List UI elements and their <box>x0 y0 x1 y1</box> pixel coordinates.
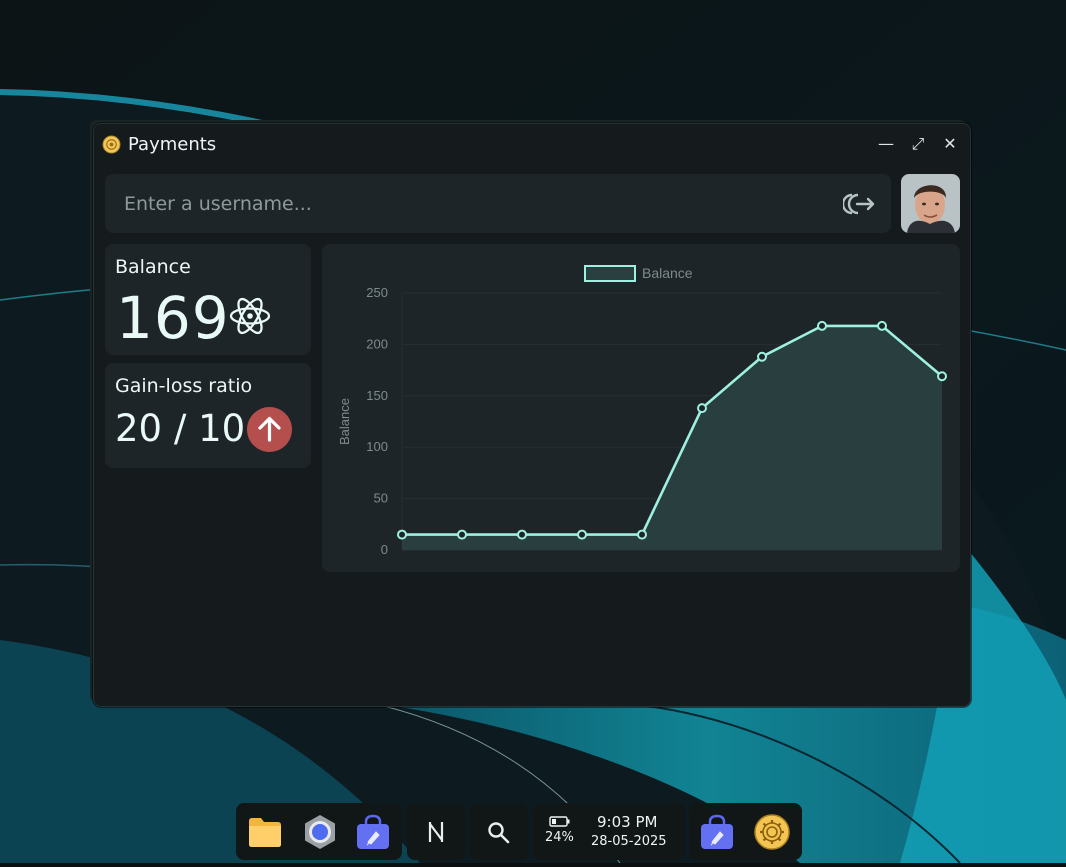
clock-time: 9:03 PM <box>597 813 658 831</box>
minimize-button[interactable]: — <box>876 134 896 154</box>
data-point <box>697 403 707 414</box>
store-icon[interactable] <box>355 814 391 850</box>
data-point <box>397 529 407 540</box>
data-point <box>457 529 467 540</box>
taskbar-status-group[interactable]: 24% 9:03 PM 28-05-2025 <box>533 803 685 860</box>
legend-label: Balance <box>642 265 693 281</box>
y-axis-label: Balance <box>337 398 352 445</box>
username-input[interactable] <box>105 174 825 233</box>
gain-loss-label: Gain-loss ratio <box>115 375 253 397</box>
battery-percentage: 24% <box>545 830 574 845</box>
balance-value: 169 <box>116 284 230 352</box>
maximize-button[interactable]: ⤢ <box>908 134 928 154</box>
settings-icon <box>102 135 121 154</box>
avatar-image <box>901 174 960 233</box>
y-tick-label: 100 <box>366 439 388 454</box>
y-tick-label: 0 <box>381 542 388 557</box>
y-tick-label: 200 <box>366 336 388 351</box>
data-point <box>517 529 527 540</box>
browser-icon[interactable] <box>302 814 338 850</box>
window-titlebar[interactable]: Payments — ⤢ ✕ <box>94 124 970 166</box>
legend-swatch <box>584 265 636 282</box>
store-icon[interactable] <box>699 814 735 850</box>
taskbar-pinned-group <box>689 803 802 860</box>
close-icon: ✕ <box>943 134 957 153</box>
close-button[interactable]: ✕ <box>940 134 960 154</box>
settings-icon[interactable] <box>754 814 790 850</box>
search-icon[interactable] <box>487 821 511 845</box>
username-search-box <box>105 174 891 233</box>
area-fill <box>402 325 942 550</box>
data-point <box>577 529 587 540</box>
clock-date: 28-05-2025 <box>591 834 667 849</box>
taskbar-notes-group <box>407 803 465 860</box>
data-point <box>817 320 827 331</box>
battery-icon <box>549 816 570 827</box>
balance-label: Balance <box>115 256 191 278</box>
y-tick-label: 250 <box>366 285 388 300</box>
arrow-up-icon <box>258 416 281 442</box>
payments-window: Payments — ⤢ ✕ Balance 169 <box>93 123 971 707</box>
atom-icon <box>229 297 271 335</box>
balance-card: Balance 169 <box>105 244 311 355</box>
minimize-icon: — <box>878 134 894 153</box>
data-point <box>637 529 647 540</box>
folder-icon[interactable] <box>247 814 283 850</box>
login-icon[interactable] <box>843 191 877 217</box>
user-avatar[interactable] <box>901 174 960 233</box>
y-tick-label: 50 <box>374 491 388 506</box>
expand-icon: ⤢ <box>911 134 925 153</box>
gain-loss-value: 20 / 10 <box>115 407 246 450</box>
notes-icon[interactable] <box>426 820 446 844</box>
window-title: Payments <box>128 134 217 155</box>
y-tick-label: 150 <box>366 388 388 403</box>
balance-chart: 0 50 100 150 200 250 Balance Balance <box>322 244 960 572</box>
taskbar-search-group <box>470 803 528 860</box>
data-point <box>937 371 947 382</box>
taskbar-apps-group <box>236 803 402 860</box>
balance-chart-svg: 0 50 100 150 200 250 Balance Balance <box>337 265 947 557</box>
trend-up-badge <box>247 407 292 452</box>
data-point <box>757 351 767 362</box>
data-point <box>877 320 887 331</box>
gain-loss-card: Gain-loss ratio 20 / 10 <box>105 363 311 468</box>
